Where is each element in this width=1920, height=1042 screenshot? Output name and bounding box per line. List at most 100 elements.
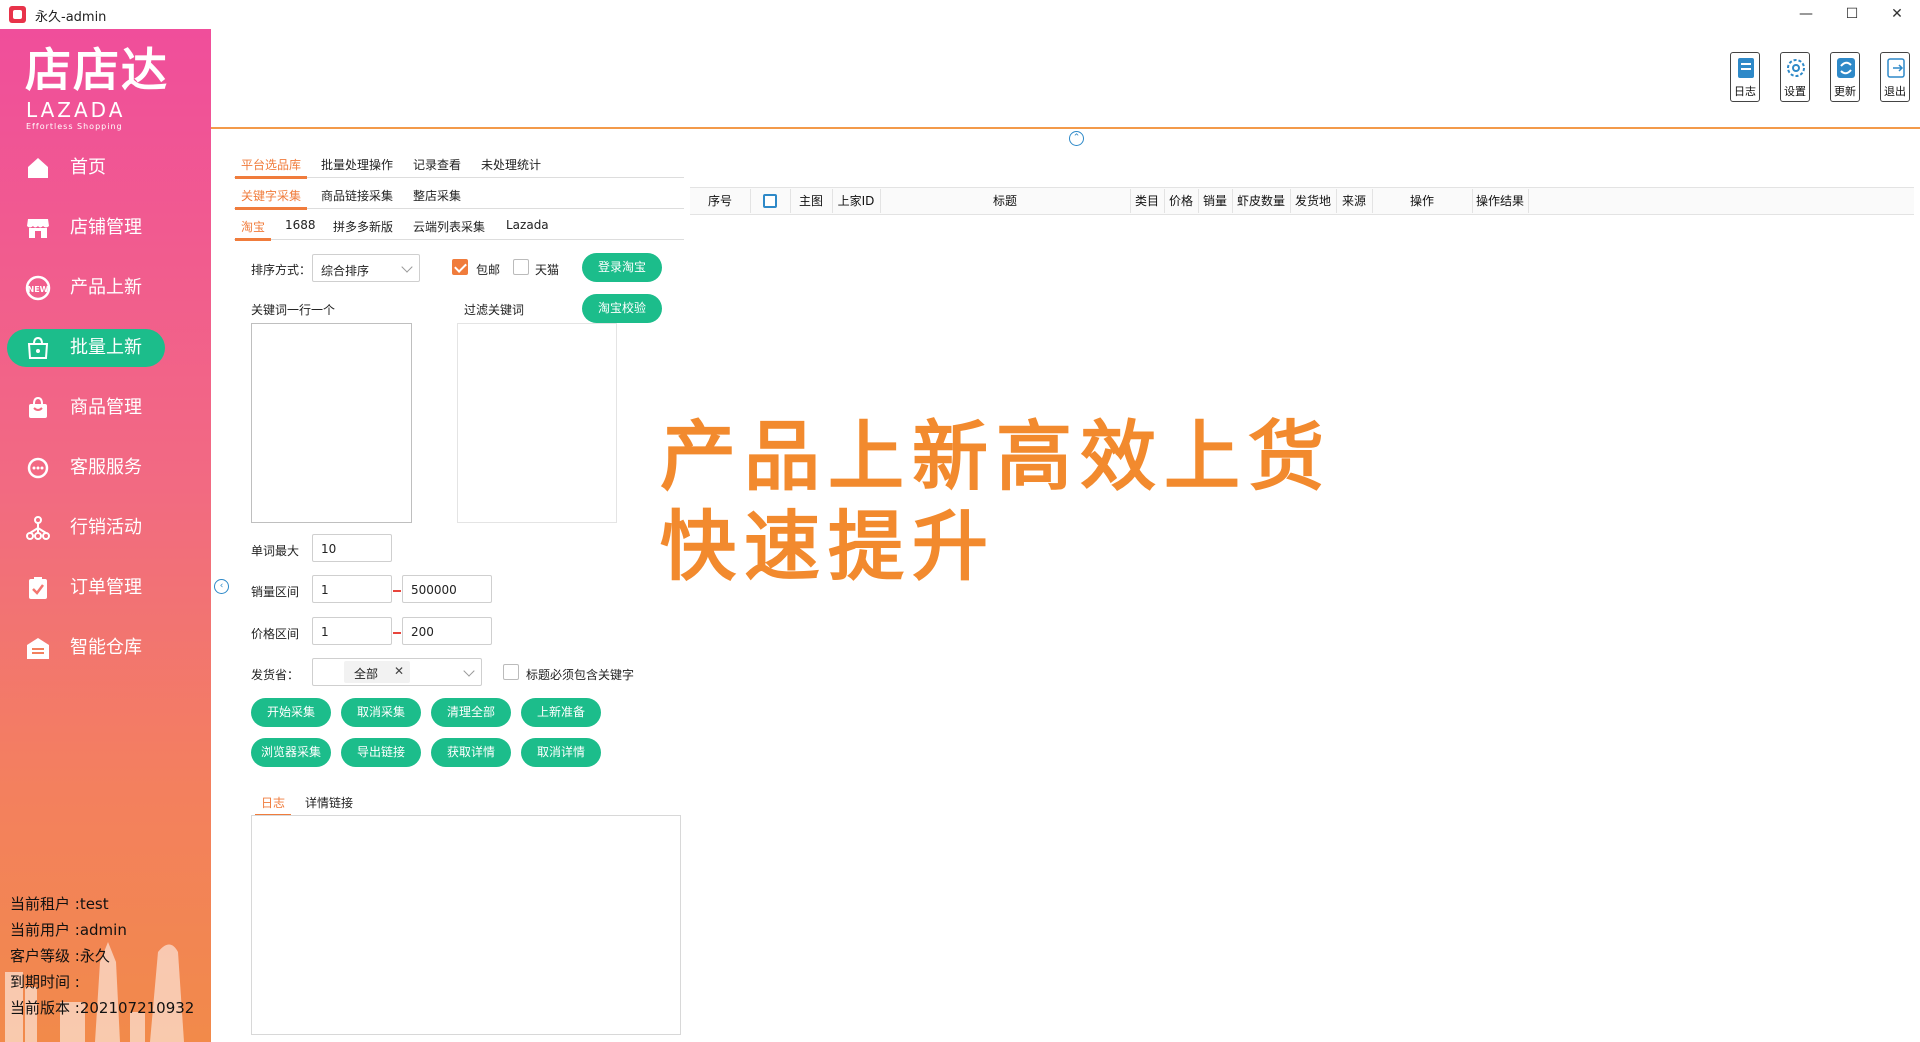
- tmall-checkbox[interactable]: [513, 259, 529, 275]
- clipboard-check-icon: [29, 577, 47, 599]
- sidebar-item-home[interactable]: 首页: [7, 149, 165, 187]
- title-must-checkbox[interactable]: [503, 664, 519, 680]
- tabs-level2: 关键字采集 商品链接采集 整店采集: [234, 183, 684, 210]
- cancel-details-button[interactable]: 取消详情: [521, 738, 601, 767]
- collapse-left-icon[interactable]: ‹: [214, 579, 229, 594]
- prepare-listing-button[interactable]: 上新准备: [521, 698, 601, 727]
- chevron-down-icon: [463, 665, 475, 677]
- tab-pdd[interactable]: 拼多多新版: [333, 218, 393, 235]
- window-title: 永久-admin: [35, 10, 107, 25]
- sales-max-input[interactable]: 500000: [402, 575, 492, 603]
- sort-label: 排序方式：: [251, 263, 312, 277]
- tab-unprocessed[interactable]: 未处理统计: [481, 156, 541, 173]
- bag-icon: [27, 336, 49, 359]
- brand-sub: LAZADA: [26, 98, 126, 122]
- app-icon: [9, 6, 26, 23]
- tab-batch-process[interactable]: 批量处理操作: [321, 156, 393, 173]
- col-separator: [1528, 189, 1529, 213]
- export-links-button[interactable]: 导出链接: [341, 738, 421, 767]
- col-shopee-qty: 虾皮数量: [1236, 194, 1285, 208]
- sales-min-input[interactable]: 1: [312, 575, 392, 603]
- tab-keyword-collect[interactable]: 关键字采集: [234, 187, 308, 210]
- tab-records[interactable]: 记录查看: [413, 156, 461, 173]
- col-index: 序号: [707, 194, 732, 208]
- tab-link-collect[interactable]: 商品链接采集: [321, 187, 393, 204]
- log-button[interactable]: 日志: [1730, 52, 1760, 102]
- settings-button[interactable]: 设置: [1780, 52, 1810, 102]
- price-range-label: 价格区间: [251, 627, 300, 641]
- cancel-collect-button[interactable]: 取消采集: [341, 698, 421, 727]
- tab-log[interactable]: 日志: [254, 794, 292, 817]
- close-icon[interactable]: ✕: [394, 664, 404, 678]
- col-action-result: 操作结果: [1475, 194, 1524, 208]
- log-icon: [1738, 58, 1754, 78]
- sidebar-item-batch-new[interactable]: 批量上新: [7, 329, 165, 367]
- get-details-button[interactable]: 获取详情: [431, 738, 511, 767]
- sidebar-item-support[interactable]: 客服服务: [7, 449, 165, 487]
- browser-collect-button[interactable]: 浏览器采集: [251, 738, 331, 767]
- tab-1688[interactable]: 1688: [285, 218, 316, 232]
- province-chip[interactable]: 全部 ✕: [344, 661, 410, 683]
- col-select-all[interactable]: [750, 189, 790, 213]
- sidebar-item-marketing[interactable]: 行销活动: [7, 509, 165, 547]
- login-taobao-button[interactable]: 登录淘宝: [582, 253, 662, 282]
- province-chip-label: 全部: [354, 667, 379, 681]
- sidebar-item-store[interactable]: 店铺管理: [7, 209, 165, 247]
- logout-button[interactable]: 退出: [1880, 52, 1910, 102]
- new-badge-icon: NEW: [25, 275, 51, 301]
- sort-select[interactable]: 综合排序: [312, 254, 420, 282]
- user-info: 当前用户 :admin: [10, 921, 127, 939]
- log-textarea[interactable]: [251, 815, 681, 1035]
- chevron-down-icon: [401, 261, 413, 273]
- sidebar-item-new-product[interactable]: NEW 产品上新: [7, 269, 165, 307]
- sidebar-item-goods[interactable]: 商品管理: [7, 389, 165, 427]
- sales-range-label: 销量区间: [251, 585, 300, 599]
- col-main-image: 主图: [798, 194, 823, 208]
- minimize-button[interactable]: —: [1783, 0, 1829, 29]
- tab-taobao[interactable]: 淘宝: [234, 218, 272, 241]
- brand-logo: 店店达: [25, 43, 169, 97]
- range-dash: [393, 590, 401, 592]
- sidebar-item-label: 店铺管理: [70, 217, 142, 238]
- sidebar-item-label: 客服服务: [70, 457, 142, 478]
- sidebar-item-label: 智能仓库: [70, 637, 142, 658]
- keywords-textarea[interactable]: [251, 323, 412, 523]
- sidebar: 店店达 LAZADA Effortless Shopping 首页 店铺管理 N…: [0, 29, 211, 1042]
- taobao-verify-button[interactable]: 淘宝校验: [582, 294, 662, 323]
- log-label: 日志: [1734, 85, 1756, 98]
- store-icon: [27, 219, 49, 238]
- sidebar-item-warehouse[interactable]: 智能仓库: [7, 629, 165, 667]
- promo-line-1: 产品上新高效上货: [660, 412, 1332, 501]
- free-shipping-label: 包邮: [476, 263, 501, 277]
- filter-keywords-textarea[interactable]: [457, 323, 617, 523]
- update-button[interactable]: 更新: [1830, 52, 1860, 102]
- close-button[interactable]: ✕: [1874, 0, 1920, 29]
- max-words-label: 单词最大: [251, 544, 300, 558]
- shopping-bag-icon: [29, 396, 47, 418]
- col-sales: 销量: [1202, 194, 1227, 208]
- title-bar: 永久-admin — ☐ ✕: [0, 0, 1920, 29]
- sort-value: 综合排序: [321, 264, 370, 278]
- gear-icon: [1787, 59, 1805, 77]
- collapse-up-icon[interactable]: ⌃: [1069, 131, 1084, 146]
- maximize-button[interactable]: ☐: [1829, 0, 1875, 29]
- logout-icon: [1887, 58, 1905, 78]
- tab-detail-links[interactable]: 详情链接: [305, 794, 353, 811]
- select-all-checkbox[interactable]: [763, 194, 777, 208]
- max-words-input[interactable]: 10: [312, 534, 392, 562]
- sidebar-item-label: 订单管理: [70, 577, 142, 598]
- free-shipping-checkbox[interactable]: [452, 259, 468, 275]
- logout-label: 退出: [1884, 85, 1906, 98]
- tab-cloud-list[interactable]: 云端列表采集: [413, 218, 485, 235]
- clear-all-button[interactable]: 清理全部: [431, 698, 511, 727]
- tab-lazada[interactable]: Lazada: [506, 218, 549, 232]
- price-min-input[interactable]: 1: [312, 617, 392, 645]
- support-icon: [27, 457, 49, 479]
- sidebar-item-orders[interactable]: 订单管理: [7, 569, 165, 607]
- start-collect-button[interactable]: 开始采集: [251, 698, 331, 727]
- tab-platform-library[interactable]: 平台选品库: [234, 156, 308, 179]
- price-max-input[interactable]: 200: [402, 617, 492, 645]
- col-ship-from: 发货地: [1294, 194, 1331, 208]
- tab-store-collect[interactable]: 整店采集: [413, 187, 461, 204]
- tmall-label: 天猫: [535, 263, 560, 277]
